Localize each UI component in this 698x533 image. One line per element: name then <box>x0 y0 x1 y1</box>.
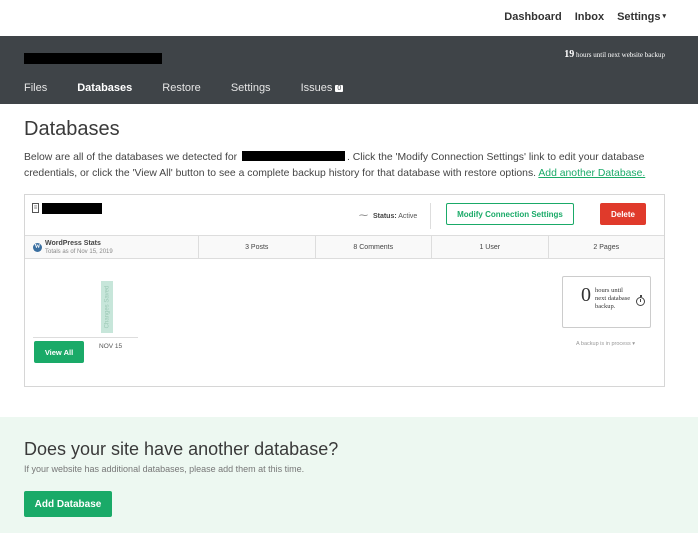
wordpress-stats-title: WordPress Stats <box>45 240 101 247</box>
tab-files[interactable]: Files <box>24 82 47 94</box>
status-value: Active <box>398 213 418 220</box>
chart-date-label: NOV 15 <box>99 343 123 350</box>
tab-databases[interactable]: Databases <box>77 82 133 108</box>
database-status: ⁓ Status: Active <box>359 210 417 221</box>
nav-dashboard-link[interactable]: Dashboard <box>504 11 561 23</box>
backup-process-dropdown[interactable]: A backup is in process ▾ <box>576 341 635 347</box>
intro-text-before: Below are all of the databases we detect… <box>24 152 238 163</box>
chart-bar-label-text: Changes Saved <box>104 285 111 329</box>
next-backup-hours: 0 <box>581 284 591 306</box>
redacted-database-name <box>42 203 102 214</box>
redacted-site-name <box>24 53 162 64</box>
backup-history-chart: Changes Saved <box>33 275 138 343</box>
database-card-header: ≡ ⁓ Status: Active Modify Connection Set… <box>25 195 664 235</box>
database-card: ≡ ⁓ Status: Active Modify Connection Set… <box>24 194 665 387</box>
chart-bar-label: Changes Saved <box>101 281 113 333</box>
next-backup-text: hours until next database backup. <box>595 287 631 310</box>
issues-count-badge: 0 <box>335 85 344 92</box>
pulse-icon: ⁓ <box>359 210 368 220</box>
delete-button[interactable]: Delete <box>600 203 646 225</box>
site-tabs: Files Databases Restore Settings Issues 0 <box>24 82 373 108</box>
stat-users: 1 User <box>432 236 549 258</box>
stat-pages: 2 Pages <box>593 243 620 251</box>
next-backup-box: 0 hours until next database backup. <box>562 276 651 328</box>
divider <box>430 203 431 229</box>
stat-comments: 8 Comments <box>316 236 432 258</box>
tab-issues[interactable]: Issues 0 <box>301 82 344 94</box>
chevron-down-icon: ▾ <box>662 13 666 20</box>
top-navigation: Dashboard Inbox Settings ▾ <box>0 0 698 36</box>
wordpress-stats-heading: W WordPress Stats Totals as of Nov 15, 2… <box>25 236 199 258</box>
wordpress-icon: W <box>33 243 42 252</box>
stopwatch-icon <box>636 295 645 306</box>
wordpress-stats-row: W WordPress Stats Totals as of Nov 15, 2… <box>25 235 664 259</box>
add-database-link[interactable]: Add another Database. <box>538 168 645 179</box>
stat-posts: 3 Posts <box>199 236 316 258</box>
add-database-description: If your website has additional databases… <box>24 464 305 474</box>
modify-connection-button[interactable]: Modify Connection Settings <box>446 203 574 225</box>
wordpress-stats-date: Totals as of Nov 15, 2019 <box>45 249 113 255</box>
nav-settings-link[interactable]: Settings ▾ <box>617 11 666 23</box>
tab-settings[interactable]: Settings <box>231 82 271 94</box>
database-icon: ≡ <box>32 203 39 213</box>
backup-countdown: 19 hours until next website backup <box>564 49 665 60</box>
intro-text: Below are all of the databases we detect… <box>24 150 664 182</box>
tab-restore[interactable]: Restore <box>162 82 201 94</box>
page-title: Databases <box>24 118 120 140</box>
add-database-heading: Does your site have another database? <box>24 439 339 459</box>
view-all-button[interactable]: View All <box>34 341 84 363</box>
site-header: 19 hours until next website backup Files… <box>0 36 698 108</box>
nav-inbox-link[interactable]: Inbox <box>575 11 604 23</box>
backup-hours: 19 <box>564 49 575 60</box>
add-database-section: Does your site have another database? If… <box>0 417 698 533</box>
status-label: Status: <box>372 213 397 220</box>
backup-text: hours until next website backup <box>575 51 665 59</box>
tab-issues-label: Issues <box>300 82 333 94</box>
nav-settings-label: Settings <box>617 11 661 23</box>
top-nav-links: Dashboard Inbox Settings ▾ <box>504 11 666 23</box>
chart-axis <box>33 337 138 338</box>
redacted-site-url <box>242 151 346 161</box>
add-database-button[interactable]: Add Database <box>24 491 112 517</box>
